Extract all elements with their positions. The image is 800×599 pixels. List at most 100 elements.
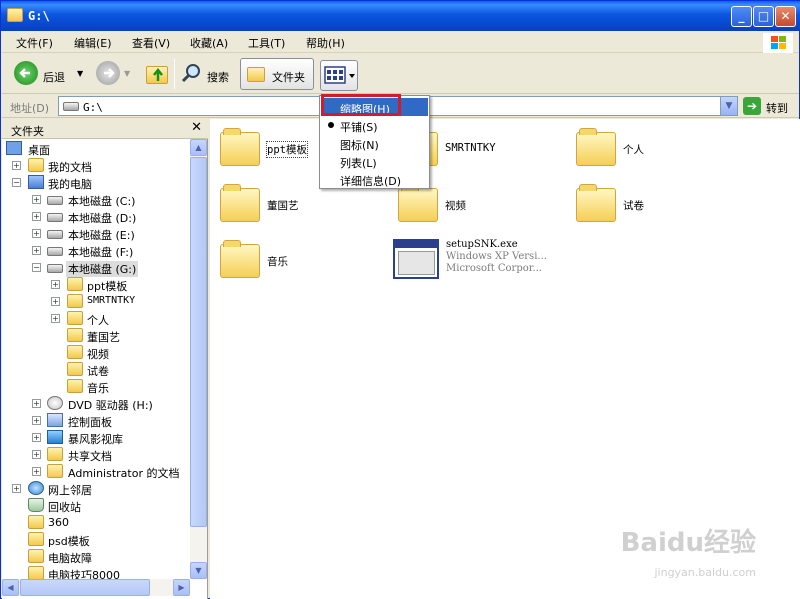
folder-item[interactable]: 音乐 (220, 240, 390, 288)
back-label: 后退 (43, 71, 65, 84)
go-label: 转到 (766, 102, 788, 115)
folder-icon (28, 532, 44, 546)
toolbar-separator (174, 59, 175, 89)
shared-folder-icon (47, 447, 63, 461)
recycle-bin-icon (28, 498, 44, 512)
expand-icon[interactable]: + (51, 314, 60, 323)
title-bar: G:\ _ □ ✕ (1, 1, 800, 31)
address-dropdown-icon[interactable]: ▼ (720, 97, 737, 115)
menu-help[interactable]: 帮助(H) (306, 35, 345, 51)
explorer-window: G:\ _ □ ✕ 文件(F) 编辑(E) 查看(V) 收藏(A) 工具(T) … (0, 0, 800, 599)
windows-logo-icon (763, 33, 793, 53)
up-folder-button[interactable] (142, 58, 172, 90)
view-icons-item[interactable]: 图标(N) (322, 134, 428, 152)
exe-file-description: Windows XP Versi... (446, 251, 547, 262)
folder-icon (67, 362, 83, 376)
close-pane-icon[interactable]: ✕ (191, 120, 202, 135)
search-icon (180, 62, 202, 84)
toolbar: 后退 ▼ ▼ 搜索 文件夹 (2, 54, 799, 94)
scroll-left-icon[interactable]: ◀ (2, 579, 19, 596)
minimize-button[interactable]: _ (731, 6, 752, 27)
collapse-icon[interactable]: − (32, 263, 41, 272)
scroll-up-icon[interactable]: ▲ (190, 139, 207, 156)
expand-icon[interactable]: + (12, 484, 21, 493)
folder-item[interactable]: 试卷 (576, 184, 746, 232)
expand-icon[interactable]: + (32, 212, 41, 221)
view-details-item[interactable]: 详细信息(D) (322, 170, 428, 188)
hard-drive-icon (47, 247, 63, 256)
scroll-thumb[interactable] (190, 157, 207, 527)
folder-icon (67, 311, 83, 325)
folders-label: 文件夹 (272, 71, 305, 84)
folders-button[interactable]: 文件夹 (240, 58, 314, 90)
forward-dropdown-icon: ▼ (124, 69, 131, 78)
expand-icon[interactable]: + (32, 416, 41, 425)
folder-icon (67, 345, 83, 359)
folder-icon (67, 277, 83, 291)
folder-pane-header: 文件夹 ✕ (2, 119, 208, 139)
exe-file-name: setupSNK.exe (446, 239, 518, 250)
folder-icon (67, 294, 83, 308)
expand-icon[interactable]: + (32, 195, 41, 204)
expand-icon[interactable]: + (32, 229, 41, 238)
views-grid-icon (324, 66, 355, 84)
radio-dot-icon (328, 122, 334, 128)
folder-icon (576, 184, 616, 222)
expand-icon[interactable]: + (32, 433, 41, 442)
maximize-button[interactable]: □ (753, 6, 774, 27)
expand-icon[interactable]: + (51, 280, 60, 289)
dvd-drive-icon (47, 396, 63, 410)
menu-bar: 文件(F) 编辑(E) 查看(V) 收藏(A) 工具(T) 帮助(H) (2, 31, 799, 53)
horizontal-scroll-thumb[interactable] (20, 579, 150, 596)
forward-button[interactable]: ▼ (94, 58, 134, 90)
window-title: G:\ (28, 9, 50, 23)
folder-icon (47, 464, 63, 478)
folder-icon (398, 184, 438, 222)
folder-item[interactable]: 个人 (576, 128, 746, 176)
folder-icon (67, 379, 83, 393)
menu-file[interactable]: 文件(F) (16, 35, 53, 51)
menu-tools[interactable]: 工具(T) (248, 35, 285, 51)
exe-file-item[interactable]: setupSNK.exe Windows XP Versi... Microso… (393, 239, 593, 283)
documents-folder-icon (28, 158, 44, 172)
expand-icon[interactable]: + (32, 246, 41, 255)
computer-icon (28, 175, 44, 189)
collapse-icon[interactable]: − (12, 178, 21, 187)
back-arrow-icon (14, 61, 38, 85)
view-list-item[interactable]: 列表(L) (322, 152, 428, 170)
scroll-down-icon[interactable]: ▼ (190, 562, 207, 579)
expand-icon[interactable]: + (32, 467, 41, 476)
expand-icon[interactable]: + (12, 161, 21, 170)
address-value: G:\ (83, 101, 103, 114)
close-button[interactable]: ✕ (775, 6, 796, 27)
folder-icon (220, 240, 260, 278)
scroll-right-icon[interactable]: ▶ (173, 579, 190, 596)
media-library-icon (47, 430, 63, 444)
exe-file-company: Microsoft Corpor... (446, 263, 542, 274)
views-button[interactable] (320, 60, 358, 91)
folder-icon (28, 566, 44, 579)
content-pane: ppt模板 SMRTNTKY 个人 董国艺 视频 试卷 音乐 setupSNK.… (210, 119, 800, 599)
menu-edit[interactable]: 编辑(E) (74, 35, 112, 51)
folder-icon (220, 128, 260, 166)
baidu-watermark-url: jingyan.baidu.com (654, 566, 756, 579)
back-dropdown-icon[interactable]: ▼ (77, 69, 83, 78)
folder-icon (28, 515, 44, 529)
folder-pane-title: 文件夹 (11, 125, 44, 138)
desktop-icon (6, 141, 22, 155)
tree-vertical-scrollbar[interactable]: ▲ ▼ (190, 139, 207, 579)
menu-view[interactable]: 查看(V) (132, 35, 170, 51)
folder-item[interactable]: 视频 (398, 184, 568, 232)
menu-favorites[interactable]: 收藏(A) (190, 35, 228, 51)
highlight-callout-box (321, 94, 401, 116)
tree-horizontal-scrollbar[interactable]: ◀ ▶ (2, 579, 190, 596)
view-tiles-item[interactable]: 平铺(S) (322, 116, 428, 134)
expand-icon[interactable]: + (32, 450, 41, 459)
expand-icon[interactable]: + (32, 399, 41, 408)
search-button[interactable]: 搜索 (178, 58, 236, 90)
folder-item[interactable]: 董国艺 (220, 184, 390, 232)
folder-tree: 桌面 + 我的文档 − 我的电脑 + 本地磁盘 (C:) + 本地磁盘 (D:) (2, 139, 190, 579)
back-button[interactable]: 后退 ▼ (10, 58, 90, 90)
expand-icon[interactable]: + (51, 297, 60, 306)
control-panel-icon (47, 413, 63, 427)
